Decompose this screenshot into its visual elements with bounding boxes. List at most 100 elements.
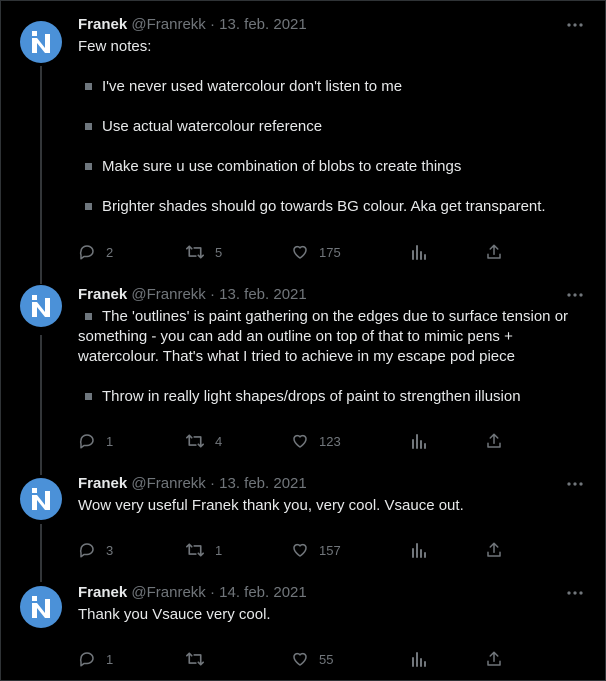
author-name[interactable]: Franek	[78, 584, 127, 601]
tweet[interactable]: Franek @Franrekk · 13. feb. 2021 Few not…	[0, 0, 606, 270]
stylized-n-logo-icon	[32, 488, 50, 510]
more-horizontal-icon	[567, 23, 583, 27]
stylized-n-logo-icon	[32, 596, 50, 618]
stylized-n-logo-icon	[32, 295, 50, 317]
analytics-button[interactable]	[411, 243, 427, 261]
tweet-date[interactable]: 14. feb. 2021	[219, 584, 307, 601]
share-icon	[487, 433, 501, 448]
retweet-count: 1	[215, 542, 223, 558]
author-name[interactable]: Franek	[78, 475, 127, 492]
tweet-header: Franek @Franrekk · 13. feb. 2021	[78, 16, 307, 34]
bullet-text: Use actual watercolour reference	[102, 118, 323, 135]
more-horizontal-icon	[567, 591, 583, 595]
bullet-text: I've never used watercolour don't listen…	[102, 78, 403, 95]
separator-dot: ·	[209, 475, 215, 492]
avatar[interactable]	[20, 285, 62, 327]
share-button[interactable]	[485, 650, 503, 668]
analytics-button[interactable]	[411, 432, 427, 450]
reply-count: 2	[106, 244, 114, 260]
bullet-item: I've never used watercolour don't listen…	[78, 77, 588, 97]
tweet-header: Franek @Franrekk · 13. feb. 2021	[78, 475, 307, 493]
analytics-icon	[412, 543, 426, 558]
author-handle[interactable]: @Franrekk	[131, 584, 205, 601]
tweet-text: Thank you Vsauce very cool.	[78, 605, 588, 625]
reply-button[interactable]: 2	[78, 243, 113, 261]
reply-count: 3	[106, 542, 114, 558]
retweet-button[interactable]	[185, 650, 215, 668]
like-count: 55	[319, 651, 334, 667]
reply-button[interactable]: 3	[78, 541, 113, 559]
reply-bubble-icon	[79, 652, 94, 667]
more-horizontal-icon	[567, 293, 583, 297]
like-button[interactable]: 55	[291, 650, 333, 668]
tweet-date[interactable]: 13. feb. 2021	[219, 475, 307, 492]
share-icon	[487, 651, 501, 666]
more-horizontal-icon	[567, 482, 583, 486]
more-options-button[interactable]	[566, 286, 584, 304]
retweet-icon	[186, 245, 204, 259]
analytics-icon	[412, 434, 426, 449]
reply-bubble-icon	[79, 434, 94, 449]
reply-count: 1	[106, 651, 114, 667]
heart-icon	[293, 245, 307, 259]
like-button[interactable]: 175	[291, 243, 341, 261]
bullet-square-icon	[85, 123, 92, 130]
like-button[interactable]: 157	[291, 541, 341, 559]
like-button[interactable]: 123	[291, 432, 341, 450]
share-button[interactable]	[485, 432, 503, 450]
separator-dot: ·	[209, 286, 215, 303]
retweet-icon	[186, 543, 204, 557]
reply-bubble-icon	[79, 245, 94, 260]
reply-button[interactable]: 1	[78, 432, 113, 450]
share-button[interactable]	[485, 243, 503, 261]
bullet-text: Make sure u use combination of blobs to …	[102, 158, 462, 175]
tweet[interactable]: Franek @Franrekk · 14. feb. 2021 Thank y…	[0, 570, 606, 680]
share-icon	[487, 244, 501, 259]
bullet-item: Brighter shades should go towards BG col…	[78, 197, 588, 217]
like-count: 175	[319, 244, 341, 260]
tweet-date[interactable]: 13. feb. 2021	[219, 16, 307, 33]
tweet-header: Franek @Franrekk · 13. feb. 2021	[78, 286, 307, 304]
author-handle[interactable]: @Franrekk	[131, 16, 205, 33]
bullet-square-icon	[85, 203, 92, 210]
bullet-square-icon	[85, 163, 92, 170]
retweet-button[interactable]: 5	[185, 243, 222, 261]
share-icon	[487, 542, 501, 557]
like-count: 157	[319, 542, 341, 558]
separator-dot: ·	[209, 16, 215, 33]
analytics-icon	[412, 652, 426, 667]
more-options-button[interactable]	[566, 584, 584, 602]
avatar[interactable]	[20, 478, 62, 520]
more-options-button[interactable]	[566, 475, 584, 493]
separator-dot: ·	[209, 584, 215, 601]
author-handle[interactable]: @Franrekk	[131, 286, 205, 303]
bullet-text: The 'outlines' is paint gathering on the…	[78, 308, 569, 365]
retweet-button[interactable]: 4	[185, 432, 222, 450]
tweet[interactable]: Franek @Franrekk · 13. feb. 2021 Wow ver…	[0, 460, 606, 570]
like-count: 123	[319, 433, 341, 449]
bullet-item: The 'outlines' is paint gathering on the…	[78, 307, 588, 367]
retweet-button[interactable]: 1	[185, 541, 222, 559]
analytics-icon	[412, 245, 426, 260]
reply-count: 1	[106, 433, 114, 449]
bullet-square-icon	[85, 393, 92, 400]
tweet[interactable]: Franek @Franrekk · 13. feb. 2021 The 'ou…	[0, 270, 606, 460]
bullet-square-icon	[85, 83, 92, 90]
retweet-icon	[186, 434, 204, 448]
share-button[interactable]	[485, 541, 503, 559]
analytics-button[interactable]	[411, 650, 427, 668]
reply-button[interactable]: 1	[78, 650, 113, 668]
more-options-button[interactable]	[566, 16, 584, 34]
avatar[interactable]	[20, 21, 62, 63]
tweet-paragraph: Thank you Vsauce very cool.	[78, 606, 271, 623]
tweet-date[interactable]: 13. feb. 2021	[219, 286, 307, 303]
bullet-item: Use actual watercolour reference	[78, 117, 588, 137]
analytics-button[interactable]	[411, 541, 427, 559]
tweet-header: Franek @Franrekk · 14. feb. 2021	[78, 584, 307, 602]
heart-icon	[293, 652, 307, 666]
author-handle[interactable]: @Franrekk	[131, 475, 205, 492]
avatar[interactable]	[20, 586, 62, 628]
author-name[interactable]: Franek	[78, 286, 127, 303]
author-name[interactable]: Franek	[78, 16, 127, 33]
retweet-count: 5	[215, 244, 223, 260]
